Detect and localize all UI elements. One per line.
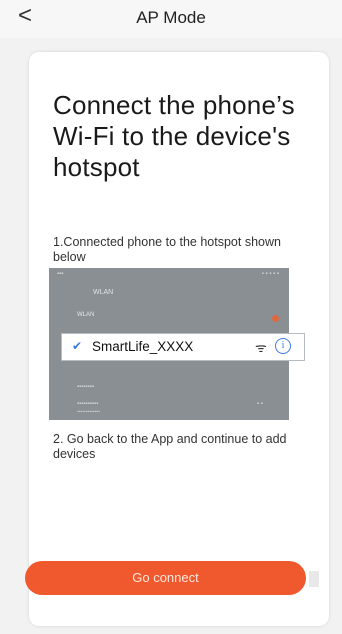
hotspot-ssid: SmartLife_XXXX xyxy=(92,339,194,354)
header-bar: < AP Mode xyxy=(0,0,342,38)
step-1-text: 1.Connected phone to the hotspot shown b… xyxy=(53,235,281,264)
wifi-signal-icon: ᯤ xyxy=(255,340,267,355)
button-edge-shadow xyxy=(309,571,319,587)
status-bar-left: ▪▪▪ xyxy=(57,271,64,277)
checkmark-icon: ✔ xyxy=(72,339,83,353)
go-connect-button[interactable]: Go connect xyxy=(25,561,306,595)
hotspot-ssid-row: ✔ SmartLife_XXXX ᯤ i xyxy=(61,333,305,361)
wlan-row-label: WLAN xyxy=(77,312,95,318)
wlan-toggle-row: WLAN xyxy=(49,308,289,328)
network-row-2: ▪▪▪▪▪▪▪▪▪▪ xyxy=(77,401,99,407)
step-2-text: 2. Go back to the App and continue to ad… xyxy=(53,432,287,461)
network-row-2-detail: ▪▪▪▪▪▪▪▪▪▪▪▪▪ xyxy=(77,409,101,415)
page-title: AP Mode xyxy=(136,8,206,27)
instruction-heading: Connect the phone’s Wi-Fi to the device'… xyxy=(53,90,295,182)
toggle-dot-icon xyxy=(272,315,279,322)
network-row-1: ▪▪▪▪▪▪▪▪ xyxy=(77,384,95,390)
status-bar-right: ▪ ▪ ▪ ▪ ▪ xyxy=(261,271,279,277)
info-icon: i xyxy=(275,338,291,354)
network-row-2-icons: ▪ ▪ xyxy=(257,401,263,407)
status-bar: ▪▪▪ ▪ ▪ ▪ ▪ ▪ xyxy=(49,268,289,282)
wlan-menu-title: WLAN xyxy=(93,289,114,296)
